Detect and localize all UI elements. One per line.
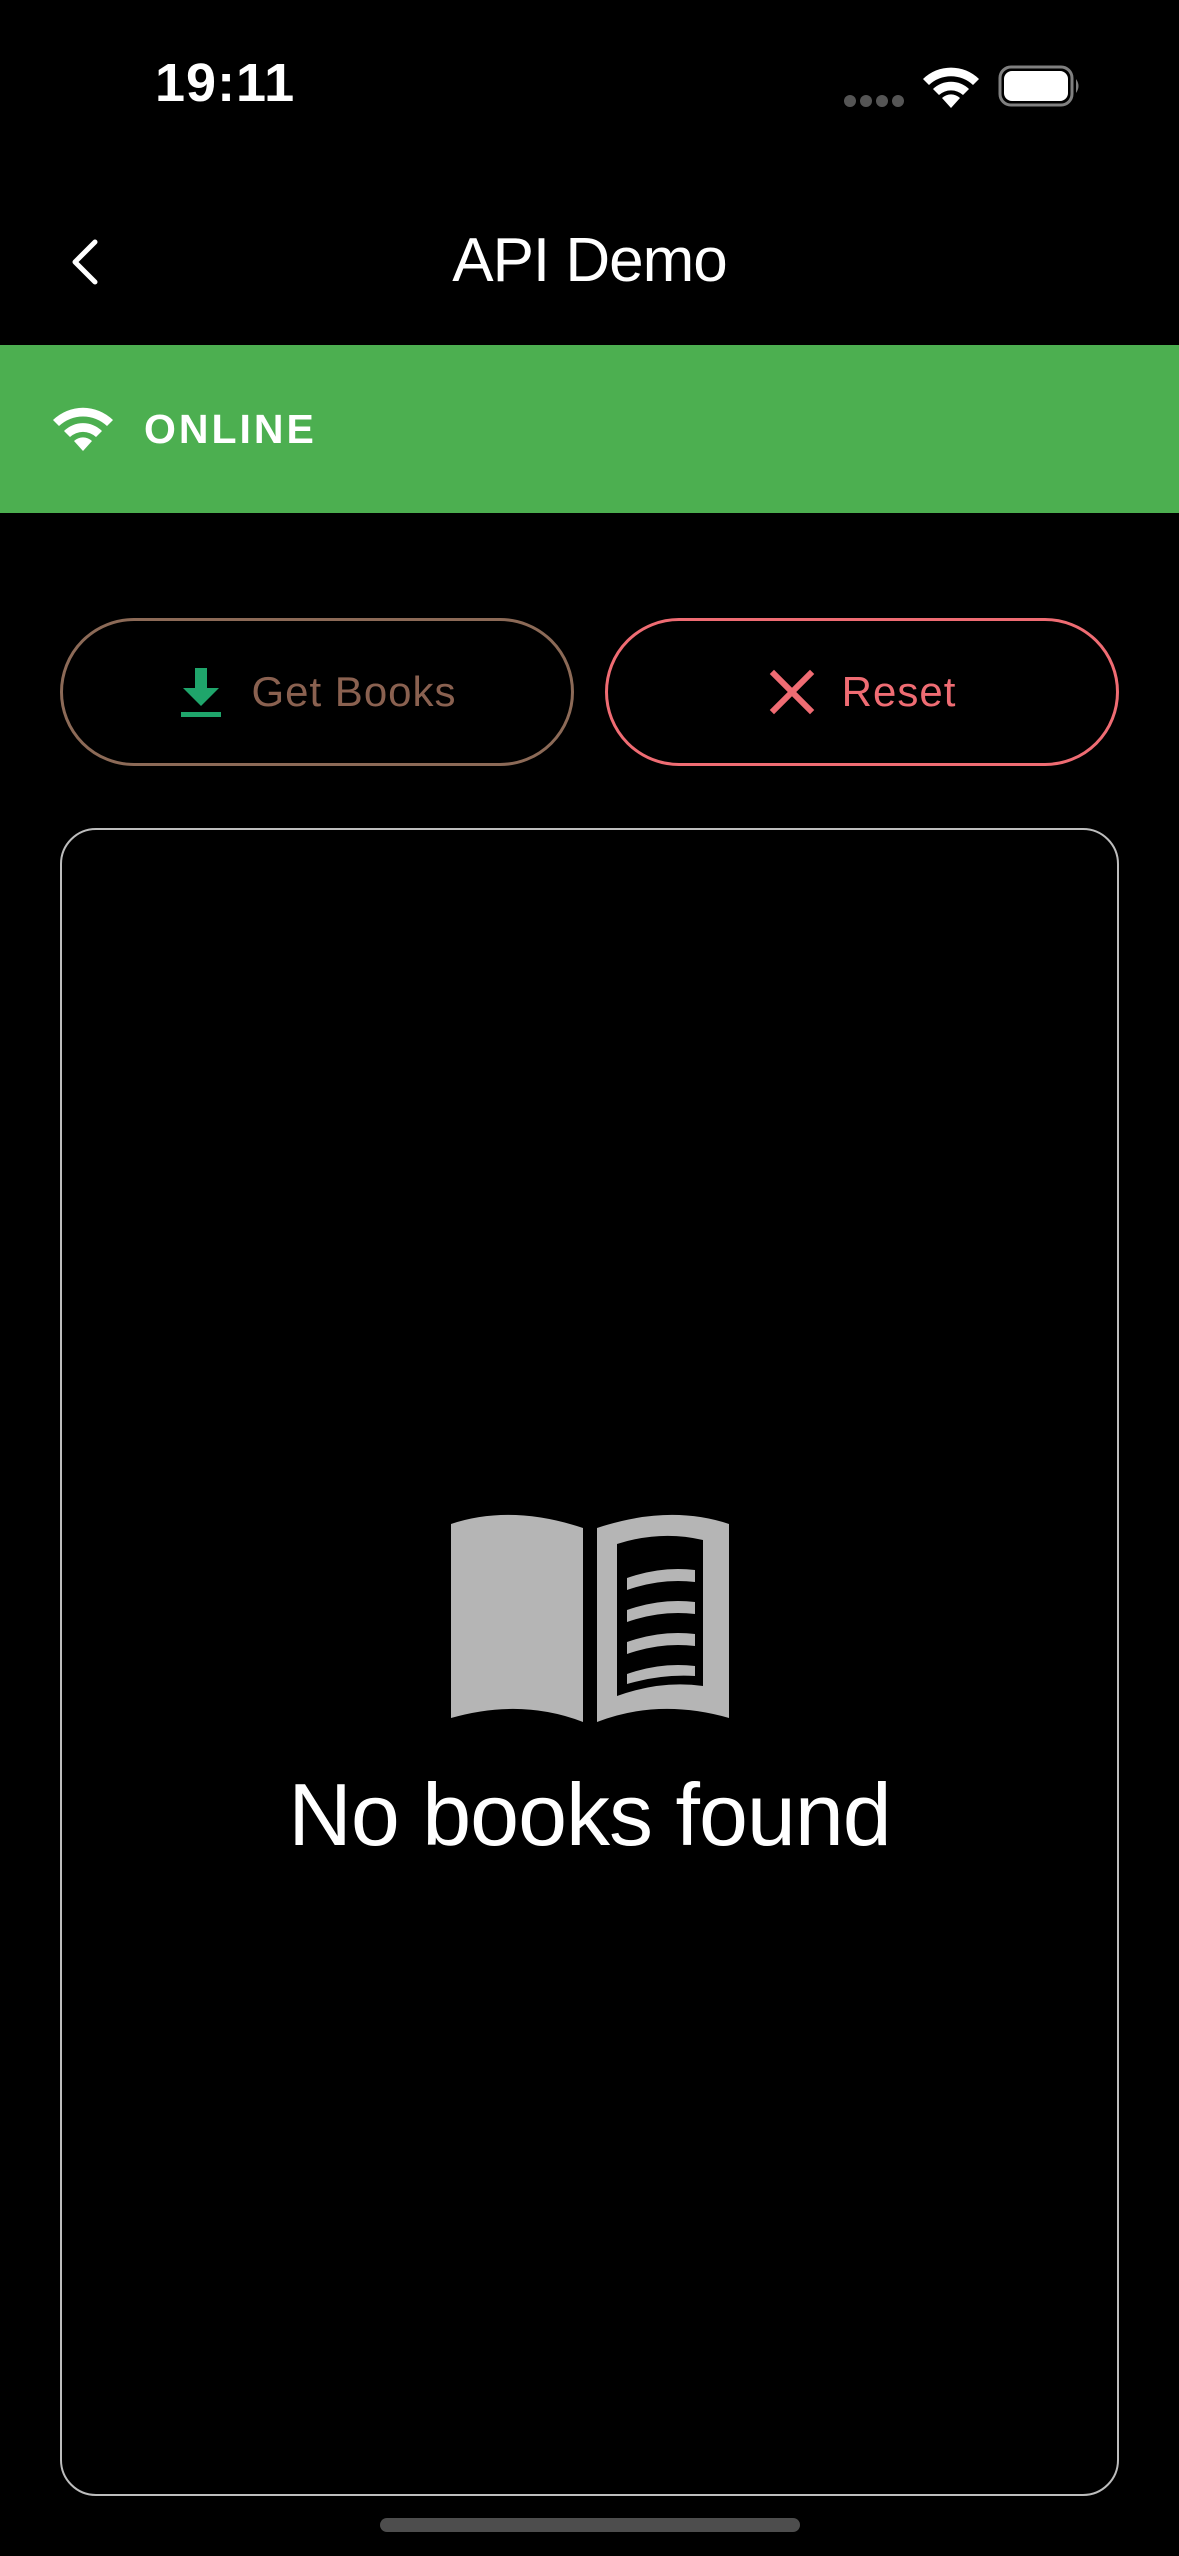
wifi-icon: [923, 67, 979, 108]
page-title: API Demo: [452, 226, 728, 295]
screen: 19:11 API Demo ONLINE Get Books Reset No…: [0, 0, 1179, 2556]
connection-status-banner: ONLINE: [0, 345, 1179, 513]
reset-label: Reset: [841, 668, 957, 715]
download-icon: [181, 668, 222, 717]
empty-state: No books found: [62, 1510, 1117, 1866]
get-books-button[interactable]: Get Books: [60, 618, 574, 766]
books-list-card: No books found: [60, 828, 1119, 2496]
empty-state-message: No books found: [288, 1765, 891, 1864]
reset-button[interactable]: Reset: [605, 618, 1119, 766]
battery-icon: [998, 65, 1079, 107]
get-books-label: Get Books: [251, 668, 457, 715]
connection-status-label: ONLINE: [144, 405, 317, 452]
wifi-icon: [53, 407, 113, 451]
open-book-icon: [450, 1514, 729, 1722]
nav-bar: API Demo: [0, 175, 1179, 345]
cellular-dots-icon: [844, 95, 904, 107]
status-bar: 19:11: [0, 0, 1179, 175]
status-time: 19:11: [155, 53, 296, 113]
home-indicator[interactable]: [380, 2518, 800, 2532]
close-icon: [769, 669, 814, 715]
